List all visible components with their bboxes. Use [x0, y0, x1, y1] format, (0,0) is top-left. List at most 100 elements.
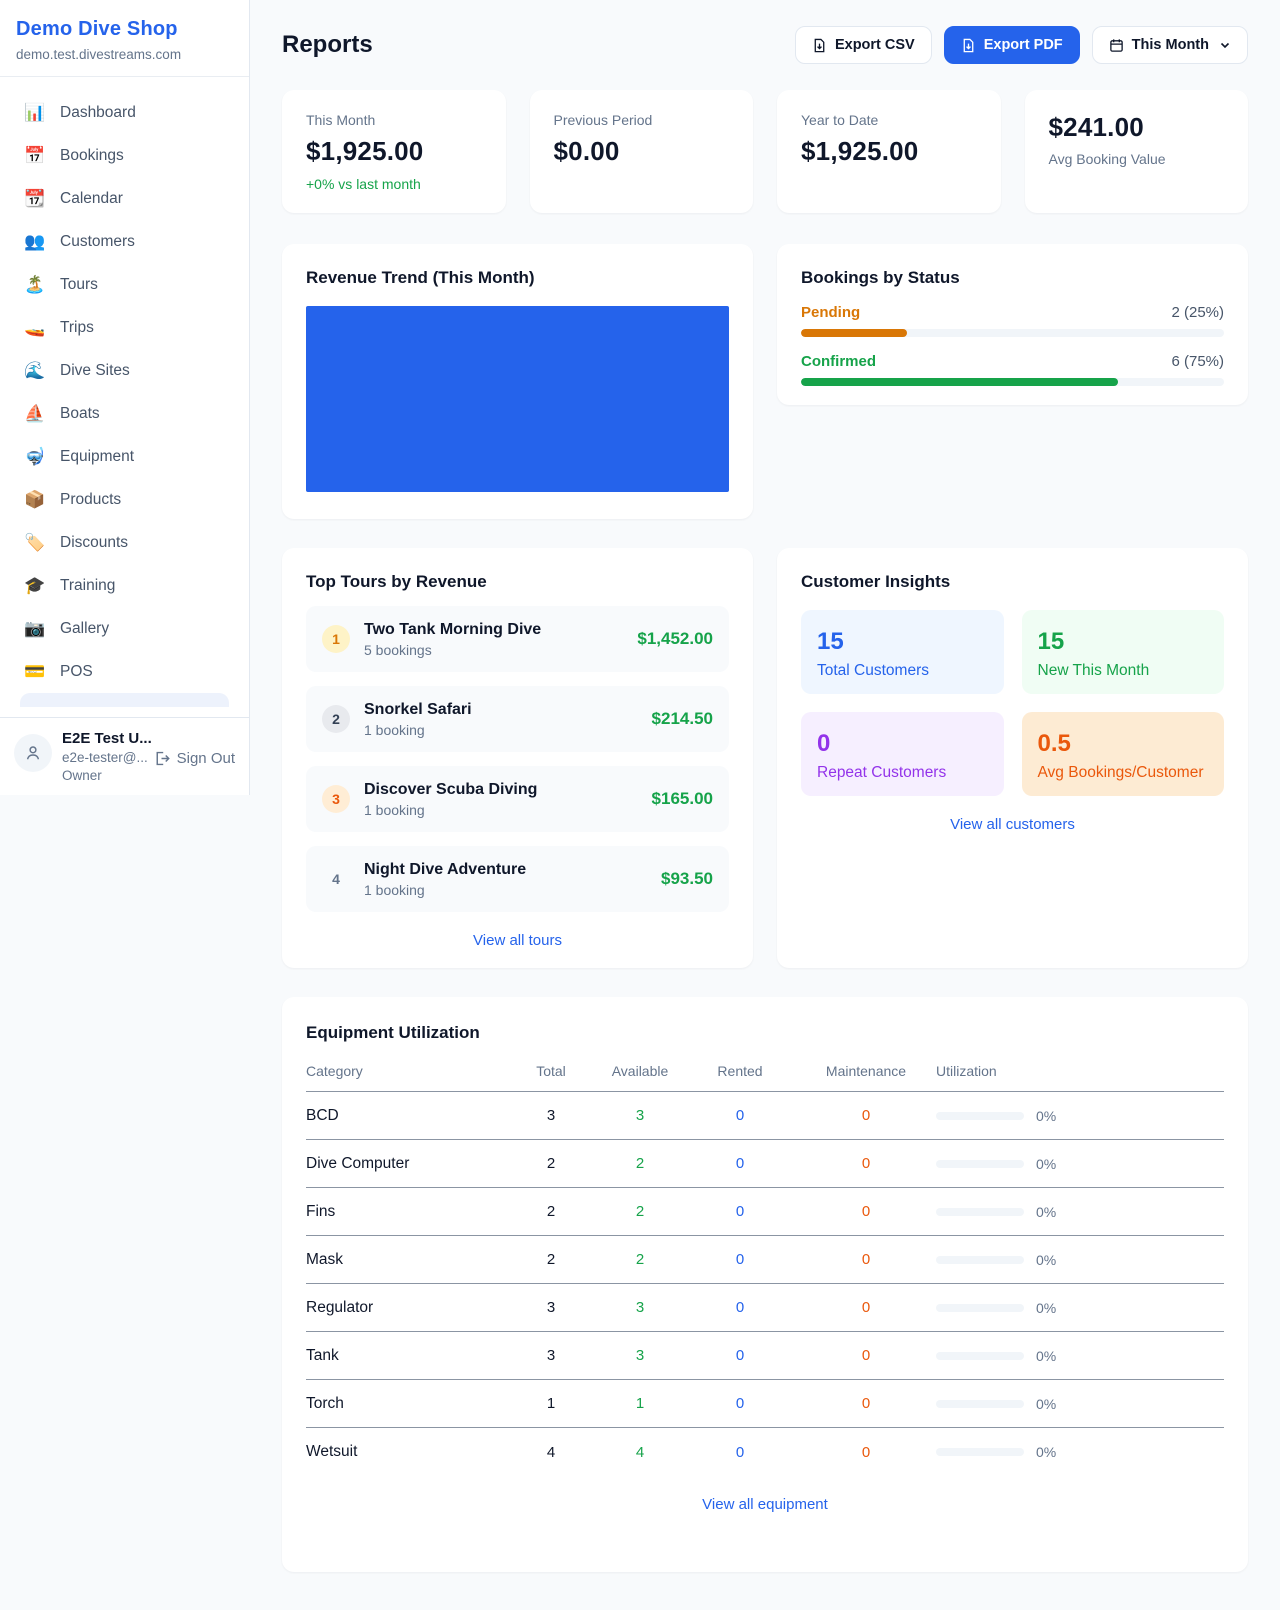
- utilization-percent: 0%: [1036, 1204, 1056, 1220]
- shop-domain: demo.test.divestreams.com: [16, 47, 233, 62]
- equipment-maintenance: 0: [796, 1155, 936, 1172]
- equipment-maintenance: 0: [796, 1347, 936, 1364]
- file-download-icon: [961, 38, 976, 53]
- equipment-table-header: Category Total Available Rented Maintena…: [306, 1063, 1224, 1092]
- period-dropdown[interactable]: This Month: [1092, 26, 1248, 64]
- equipment-total: 3: [506, 1299, 596, 1316]
- insight-grid: 15 Total Customers 15 New This Month 0 R…: [801, 610, 1224, 796]
- utilization-percent: 0%: [1036, 1108, 1056, 1124]
- equipment-maintenance: 0: [796, 1395, 936, 1412]
- tour-bookings: 5 bookings: [364, 642, 623, 658]
- brand: Demo Dive Shop demo.test.divestreams.com: [0, 0, 249, 77]
- sidebar-item-label: Tours: [60, 276, 98, 294]
- sidebar-item-label: Equipment: [60, 448, 134, 466]
- sidebar-item-calendar[interactable]: 📆Calendar: [10, 177, 239, 220]
- tour-bookings: 1 booking: [364, 802, 638, 818]
- sidebar-item-trips[interactable]: 🚤Trips: [10, 306, 239, 349]
- utilization-percent: 0%: [1036, 1348, 1056, 1364]
- equipment-category: Regulator: [306, 1299, 506, 1317]
- equipment-category: Fins: [306, 1203, 506, 1221]
- customer-insights-card: Customer Insights 15 Total Customers 15 …: [777, 548, 1248, 968]
- table-row: BCD 3 3 0 0 0%: [306, 1092, 1224, 1140]
- package-icon: 📦: [24, 490, 46, 510]
- equipment-maintenance: 0: [796, 1299, 936, 1316]
- speedboat-icon: 🚤: [24, 318, 46, 338]
- utilization-percent: 0%: [1036, 1444, 1056, 1460]
- sidebar-item-discounts[interactable]: 🏷️Discounts: [10, 521, 239, 564]
- sidebar-item-equipment[interactable]: 🤿Equipment: [10, 435, 239, 478]
- view-all-tours-link[interactable]: View all tours: [306, 932, 729, 949]
- equipment-rented: 0: [684, 1395, 796, 1412]
- table-row: Mask 2 2 0 0 0%: [306, 1236, 1224, 1284]
- view-all-customers-link[interactable]: View all customers: [801, 816, 1224, 833]
- equipment-utilization-cell: 0%: [936, 1444, 1224, 1460]
- sidebar-item-label: Dashboard: [60, 104, 136, 122]
- equipment-utilization-cell: 0%: [936, 1300, 1224, 1316]
- island-icon: 🏝️: [24, 275, 46, 295]
- equipment-maintenance: 0: [796, 1107, 936, 1124]
- equipment-rented: 0: [684, 1155, 796, 1172]
- sidebar-item-label: Dive Sites: [60, 362, 130, 380]
- sidebar-item-dashboard[interactable]: 📊Dashboard: [10, 91, 239, 134]
- equipment-total: 3: [506, 1347, 596, 1364]
- calendar-icon: [1109, 38, 1124, 53]
- table-row: Dive Computer 2 2 0 0 0%: [306, 1140, 1224, 1188]
- stat-card-year-to-date: Year to Date $1,925.00: [777, 90, 1001, 213]
- sidebar-item-label: Calendar: [60, 190, 123, 208]
- status-count: 2 (25%): [1171, 304, 1224, 321]
- utilization-percent: 0%: [1036, 1252, 1056, 1268]
- equipment-rented: 0: [684, 1107, 796, 1124]
- stat-value: $0.00: [554, 136, 730, 167]
- sidebar-item-products[interactable]: 📦 Products: [10, 478, 239, 521]
- sidebar-item-boats[interactable]: ⛵Boats: [10, 392, 239, 435]
- sidebar-item-tours[interactable]: 🏝️ Tours: [10, 263, 239, 306]
- sidebar-item-gallery[interactable]: 📷Gallery: [10, 607, 239, 650]
- sidebar-item-dive-sites[interactable]: 🌊Dive Sites: [10, 349, 239, 392]
- charts-row: Revenue Trend (This Month) Bookings by S…: [282, 244, 1248, 519]
- sidebar-item-bookings[interactable]: 📅Bookings: [10, 134, 239, 177]
- camera-icon: 📷: [24, 619, 46, 639]
- tour-name: Night Dive Adventure: [364, 861, 647, 879]
- table-row: Wetsuit 4 4 0 0 0%: [306, 1428, 1224, 1476]
- sidebar-item-customers[interactable]: 👥Customers: [10, 220, 239, 263]
- customer-insights-title: Customer Insights: [801, 572, 1224, 592]
- sidebar-item-label: Bookings: [60, 147, 124, 165]
- sidebar-item-reports-partial[interactable]: [20, 693, 229, 707]
- top-tours-title: Top Tours by Revenue: [306, 572, 729, 592]
- sidebar-item-training[interactable]: 🎓Training: [10, 564, 239, 607]
- export-pdf-button[interactable]: Export PDF: [944, 26, 1080, 64]
- revenue-trend-card: Revenue Trend (This Month): [282, 244, 753, 519]
- user-email: e2e-tester@...: [62, 750, 143, 765]
- equipment-available: 3: [596, 1299, 684, 1316]
- tour-bookings: 1 booking: [364, 722, 638, 738]
- view-all-equipment-link[interactable]: View all equipment: [306, 1496, 1224, 1513]
- tour-list-item: 3 Discover Scuba Diving 1 booking $165.0…: [306, 766, 729, 832]
- table-row: Tank 3 3 0 0 0%: [306, 1332, 1224, 1380]
- equipment-category: Tank: [306, 1347, 506, 1365]
- rank-badge: 4: [322, 865, 350, 893]
- col-rented: Rented: [684, 1063, 796, 1079]
- sidebar-item-label: Customers: [60, 233, 135, 251]
- stat-value: $1,925.00: [306, 136, 482, 167]
- equipment-available: 2: [596, 1251, 684, 1268]
- sign-out-label: Sign Out: [177, 750, 235, 767]
- export-csv-button[interactable]: Export CSV: [795, 26, 932, 64]
- equipment-maintenance: 0: [796, 1203, 936, 1220]
- insight-tile-avg-bookings: 0.5 Avg Bookings/Customer: [1022, 712, 1225, 796]
- status-item-pending: Pending 2 (25%): [801, 304, 1224, 337]
- user-name: E2E Test U...: [62, 730, 143, 747]
- sign-out-button[interactable]: Sign Out: [153, 750, 235, 767]
- equipment-rented: 0: [684, 1444, 796, 1461]
- tour-name: Discover Scuba Diving: [364, 781, 638, 799]
- revenue-trend-title: Revenue Trend (This Month): [306, 268, 729, 288]
- app-root: Demo Dive Shop demo.test.divestreams.com…: [0, 0, 1280, 1610]
- sidebar-item-pos[interactable]: 💳POS: [10, 650, 239, 693]
- equipment-utilization-cell: 0%: [936, 1252, 1224, 1268]
- table-row: Regulator 3 3 0 0 0%: [306, 1284, 1224, 1332]
- graduation-cap-icon: 🎓: [24, 576, 46, 596]
- status-item-confirmed: Confirmed 6 (75%): [801, 353, 1224, 386]
- stat-label: Avg Booking Value: [1049, 151, 1225, 167]
- sidebar-item-label: Products: [60, 491, 121, 509]
- equipment-rented: 0: [684, 1203, 796, 1220]
- bookings-by-status-title: Bookings by Status: [801, 268, 1224, 288]
